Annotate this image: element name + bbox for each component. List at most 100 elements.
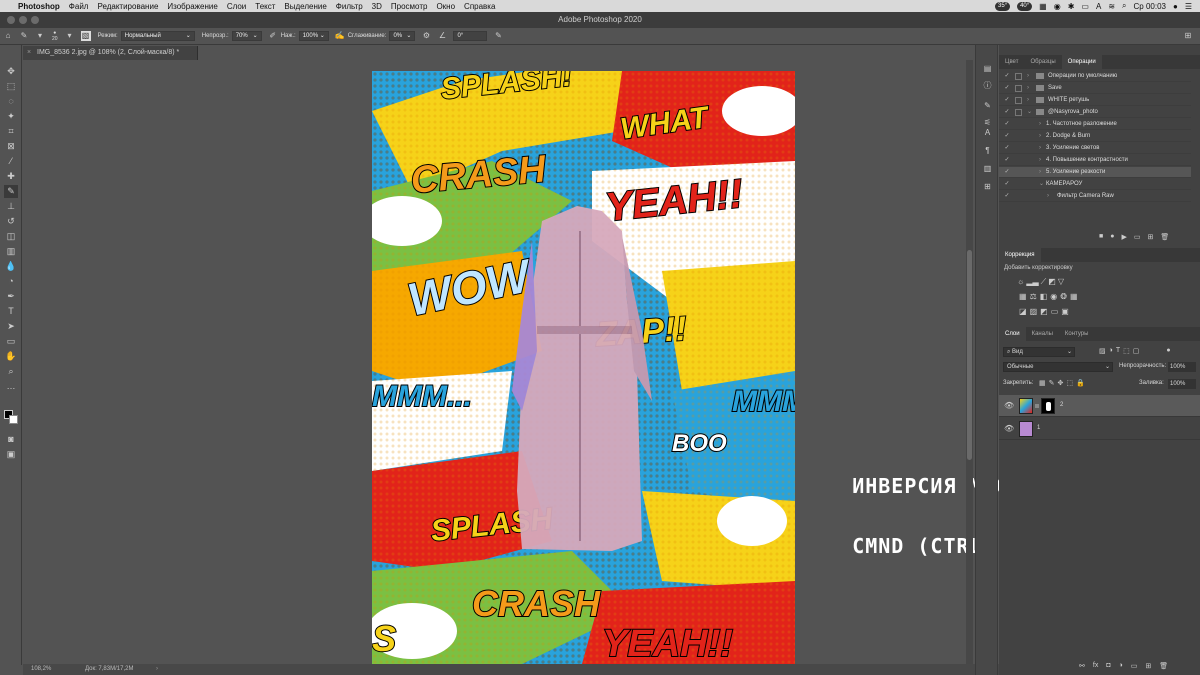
menu-app[interactable]: Photoshop	[18, 2, 60, 11]
chevron-right-icon[interactable]: ›	[1027, 83, 1029, 94]
brush-tool-icon[interactable]: ✎	[4, 185, 18, 198]
check-icon[interactable]: ✓	[1003, 155, 1011, 166]
dialog-toggle[interactable]	[1015, 85, 1022, 92]
lock-pixels-icon[interactable]: ✎	[1049, 379, 1055, 387]
lock-transparent-icon[interactable]: ▦	[1039, 379, 1046, 387]
check-icon[interactable]: ✓	[1003, 107, 1011, 118]
close-window-button[interactable]	[7, 16, 15, 24]
action-row[interactable]: ✓ › Операции по умолчанию	[999, 71, 1191, 82]
play-icon[interactable]: ▶	[1121, 233, 1126, 245]
list-icon[interactable]: ☰	[1185, 2, 1192, 11]
lock-position-icon[interactable]: ✥	[1058, 379, 1064, 387]
tab-swatches[interactable]: Образцы	[1024, 55, 1061, 69]
wifi-icon[interactable]: ≋	[1108, 2, 1115, 11]
action-row[interactable]: ✓ › Save	[999, 83, 1191, 94]
lookup-icon[interactable]: ▦	[1070, 292, 1078, 301]
selective-color-icon[interactable]: ▣	[1061, 307, 1069, 316]
layer-row[interactable]: 👁 1	[999, 418, 1200, 440]
zoom-tool-icon[interactable]: ⌕	[4, 365, 18, 378]
posterize-icon[interactable]: ▨	[1030, 307, 1038, 316]
background-color-swatch[interactable]	[9, 415, 18, 424]
mode-select[interactable]: Нормальный ⌄	[120, 31, 195, 41]
action-row[interactable]: ✓ › WHITE ретушь	[999, 95, 1191, 106]
trash-icon[interactable]: 🗑	[1159, 662, 1168, 670]
more-tools-icon[interactable]: …	[4, 380, 18, 393]
menu-3d[interactable]: 3D	[372, 2, 382, 11]
close-tab-icon[interactable]: ×	[27, 46, 31, 60]
tab-color[interactable]: Цвет	[999, 55, 1024, 69]
action-row[interactable]: ✓ › 4. Повышение контрастности	[999, 155, 1191, 166]
hand-tool-icon[interactable]: ✋	[4, 350, 18, 363]
photo-filter-icon[interactable]: ◉	[1050, 292, 1057, 301]
eraser-tool-icon[interactable]: ◫	[4, 230, 18, 243]
libraries-panel-icon[interactable]: ▥	[982, 163, 993, 174]
clock-text[interactable]: Ср 00:03	[1134, 2, 1166, 11]
brush-panel-icon[interactable]: ✎	[982, 100, 993, 111]
move-tool-icon[interactable]: ✥	[4, 65, 18, 78]
pressure-size-icon[interactable]: ✎	[493, 31, 503, 41]
bluetooth-icon[interactable]: ✱	[1068, 2, 1075, 11]
check-icon[interactable]: ✓	[1003, 95, 1011, 106]
status-menu-arrow-icon[interactable]: ›	[156, 664, 158, 675]
curves-icon[interactable]: ⟋	[1041, 277, 1047, 287]
link-layers-icon[interactable]: ⚯	[1079, 662, 1085, 670]
crop-tool-icon[interactable]: ⌗	[4, 125, 18, 138]
smoothing-field[interactable]: 0% ⌄	[389, 31, 416, 41]
chevron-right-icon[interactable]: ›	[1039, 167, 1041, 178]
new-group-icon[interactable]: ▭	[1131, 662, 1138, 670]
path-select-icon[interactable]: ➤	[4, 320, 18, 333]
stop-icon[interactable]: ■	[1099, 233, 1103, 245]
temp-badge-2[interactable]: 40°	[1017, 1, 1033, 11]
tab-paths[interactable]: Контуры	[1059, 327, 1095, 341]
pixel-filter-icon[interactable]: ▨	[1099, 347, 1106, 355]
zoom-window-button[interactable]	[31, 16, 39, 24]
color-balance-icon[interactable]: ⚖	[1030, 292, 1037, 301]
type-tool-icon[interactable]: T	[4, 305, 18, 318]
screen-mode-icon[interactable]: ▣	[4, 448, 18, 461]
chevron-down-icon[interactable]: ▾	[35, 31, 45, 41]
add-mask-icon[interactable]: ◘	[1106, 662, 1110, 670]
chevron-right-icon[interactable]: ›	[1039, 131, 1041, 142]
temp-badge-1[interactable]: 35°	[995, 1, 1011, 11]
menu-filter[interactable]: Фильтр	[336, 2, 363, 11]
gear-icon[interactable]: ⚙	[421, 31, 431, 41]
check-icon[interactable]: ✓	[1003, 191, 1011, 202]
eye-icon[interactable]: 👁	[1004, 401, 1014, 411]
bw-icon[interactable]: ◧	[1040, 292, 1048, 301]
menu-help[interactable]: Справка	[464, 2, 495, 11]
chevron-right-icon[interactable]: ›	[1027, 71, 1029, 82]
filter-toggle-icon[interactable]: ●	[1166, 347, 1170, 355]
adjust-filter-icon[interactable]: ◑	[1109, 347, 1113, 355]
tab-channels[interactable]: Каналы	[1026, 327, 1059, 341]
dialog-toggle[interactable]	[1015, 109, 1022, 116]
document-canvas[interactable]: SPLASH! WHAT CRASH YEAH!! WOW ZAP!! MMM.…	[372, 71, 795, 664]
rectangle-tool-icon[interactable]: ▭	[4, 335, 18, 348]
lock-artboard-icon[interactable]: ⬚	[1066, 379, 1073, 387]
search-icon[interactable]: ⌕	[1122, 1, 1126, 11]
exposure-icon[interactable]: ◩	[1048, 277, 1056, 287]
action-row[interactable]: ✓ › 2. Dodge & Burn	[999, 131, 1191, 142]
history-panel-icon[interactable]: ▤	[982, 63, 993, 74]
fx-icon[interactable]: fx	[1093, 662, 1098, 670]
angle-field[interactable]: 0°	[453, 31, 488, 41]
vibrance-icon[interactable]: ▽	[1058, 277, 1064, 287]
battery-icon[interactable]: ▭	[1081, 2, 1089, 11]
chevron-right-icon[interactable]: ›	[1027, 95, 1029, 106]
tab-adjustments[interactable]: Коррекция	[999, 248, 1041, 262]
vertical-scroll-thumb[interactable]	[967, 250, 972, 460]
zoom-level[interactable]: 108,2%	[31, 664, 51, 675]
home-icon[interactable]: ⌂	[3, 31, 13, 41]
eyedropper-tool-icon[interactable]: ⁄	[4, 155, 18, 168]
airbrush-icon[interactable]: ✍	[335, 31, 345, 41]
blend-mode-select[interactable]: Обычные ⌄	[1003, 362, 1113, 372]
brush-preset-picker[interactable]: ● 20	[52, 30, 58, 42]
action-row[interactable]: ✓ ⌄ КАМЕРАРОУ	[999, 179, 1191, 190]
record-icon[interactable]: ●	[1110, 233, 1114, 245]
blur-tool-icon[interactable]: 💧	[4, 260, 18, 273]
tab-layers[interactable]: Слои	[999, 327, 1026, 341]
action-row[interactable]: ✓ ⌄ @Nasyrova_photo	[999, 107, 1191, 118]
pen-tool-icon[interactable]: ✒	[4, 290, 18, 303]
pressure-opacity-icon[interactable]: ✐	[268, 31, 278, 41]
chevron-down-icon[interactable]: ⌄	[1027, 107, 1032, 118]
doc-info[interactable]: Док: 7,83M/17,2M	[85, 664, 133, 675]
